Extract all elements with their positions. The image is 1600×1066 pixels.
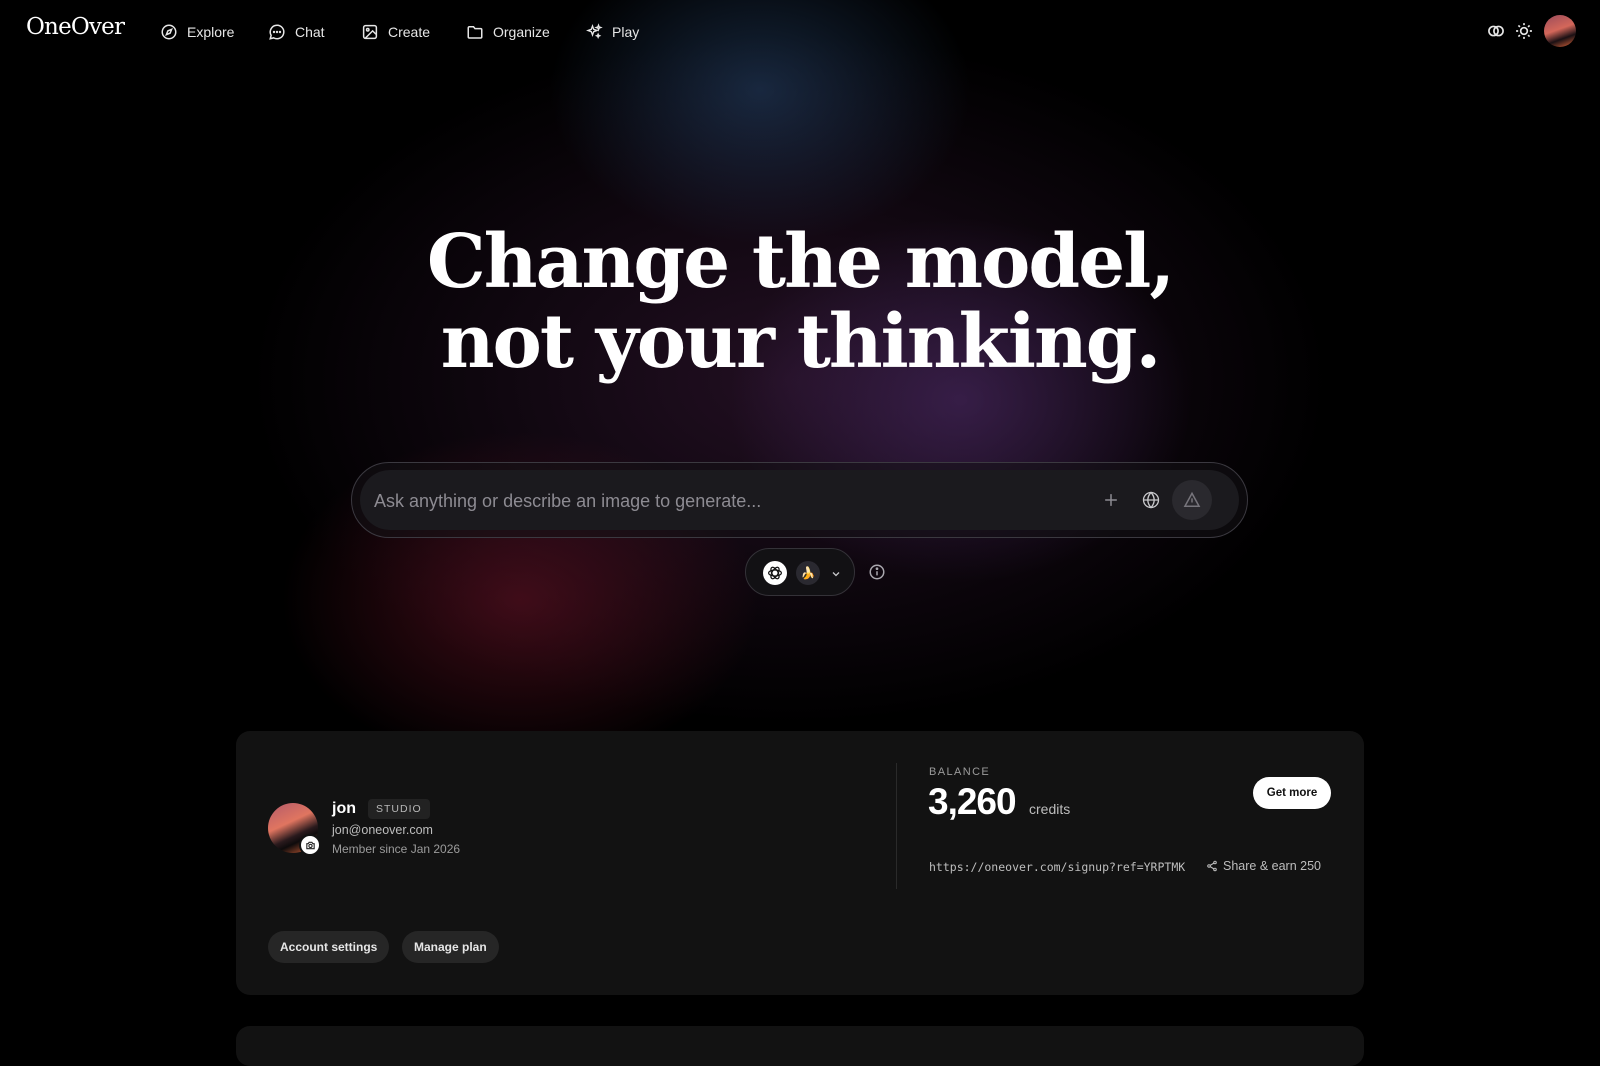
user-email: jon@oneover.com [332,823,433,837]
nav-organize[interactable]: Organize [466,20,550,44]
balance-unit: credits [1029,801,1071,817]
get-more-button[interactable]: Get more [1253,777,1331,809]
nav-explore[interactable]: Explore [160,20,234,44]
sun-icon[interactable] [1514,21,1534,41]
nav-create[interactable]: Create [361,20,430,44]
change-avatar-button[interactable] [299,834,321,856]
user-name: jon [332,800,356,817]
nav-item-label: Explore [187,24,235,40]
openai-logo-icon [763,561,787,585]
tier-badge: STUDIO [368,799,430,819]
user-avatar-button[interactable] [1544,15,1576,47]
hero-headline: Change the model, not your thinking. [0,222,1600,382]
nav-item-label: Organize [493,24,550,40]
nav-chat[interactable]: Chat [268,20,325,44]
manage-plan-button[interactable]: Manage plan [402,931,499,963]
chevron-down-icon [832,572,840,577]
sparkles-icon [586,23,603,39]
share-label: Share & earn 250 [1223,859,1321,873]
image-icon [362,24,378,40]
nav-item-label: Play [612,24,640,40]
nav-item-label: Chat [295,24,325,40]
send-button[interactable] [1172,480,1212,520]
account-settings-button[interactable]: Account settings [268,931,390,963]
secondary-card [236,1026,1364,1066]
share-earn-button[interactable]: Share & earn 250 [1206,859,1321,873]
folder-icon [467,26,483,39]
member-since: Member since Jan 2026 [332,842,461,856]
prompt-inner [360,470,1239,530]
globe-icon[interactable] [1141,490,1161,510]
hero-line-1: Change the model, [426,219,1175,305]
plus-icon[interactable] [1101,490,1121,510]
banana-glyph: 🍌 [800,566,816,580]
referral-link[interactable]: https://oneover.com/signup?ref=YRPTMK [929,860,1185,874]
top-nav: OneOver Explore Chat Create Organize Pla… [0,0,1600,64]
chat-bubble-icon [269,24,285,40]
account-card: jon STUDIO jon@oneover.com Member since … [236,731,1364,995]
overlap-circles-icon[interactable] [1486,21,1506,41]
nav-item-label: Create [388,24,431,40]
nav-play[interactable]: Play [585,20,639,44]
camera-icon [305,841,315,849]
info-icon[interactable] [868,563,886,581]
send-triangle-icon [1183,491,1201,507]
divider [896,763,897,889]
balance-value: 3,260 [928,781,1017,822]
prompt-box [351,462,1248,538]
compass-icon [161,24,177,40]
logo[interactable]: OneOver [26,14,125,40]
balance-label: BALANCE [929,766,991,778]
hero-line-2: not your thinking. [440,299,1162,385]
banana-icon: 🍌 [796,561,820,585]
share-icon [1207,860,1217,872]
model-selector[interactable]: 🍌 [745,548,855,596]
prompt-input[interactable] [372,480,1076,522]
